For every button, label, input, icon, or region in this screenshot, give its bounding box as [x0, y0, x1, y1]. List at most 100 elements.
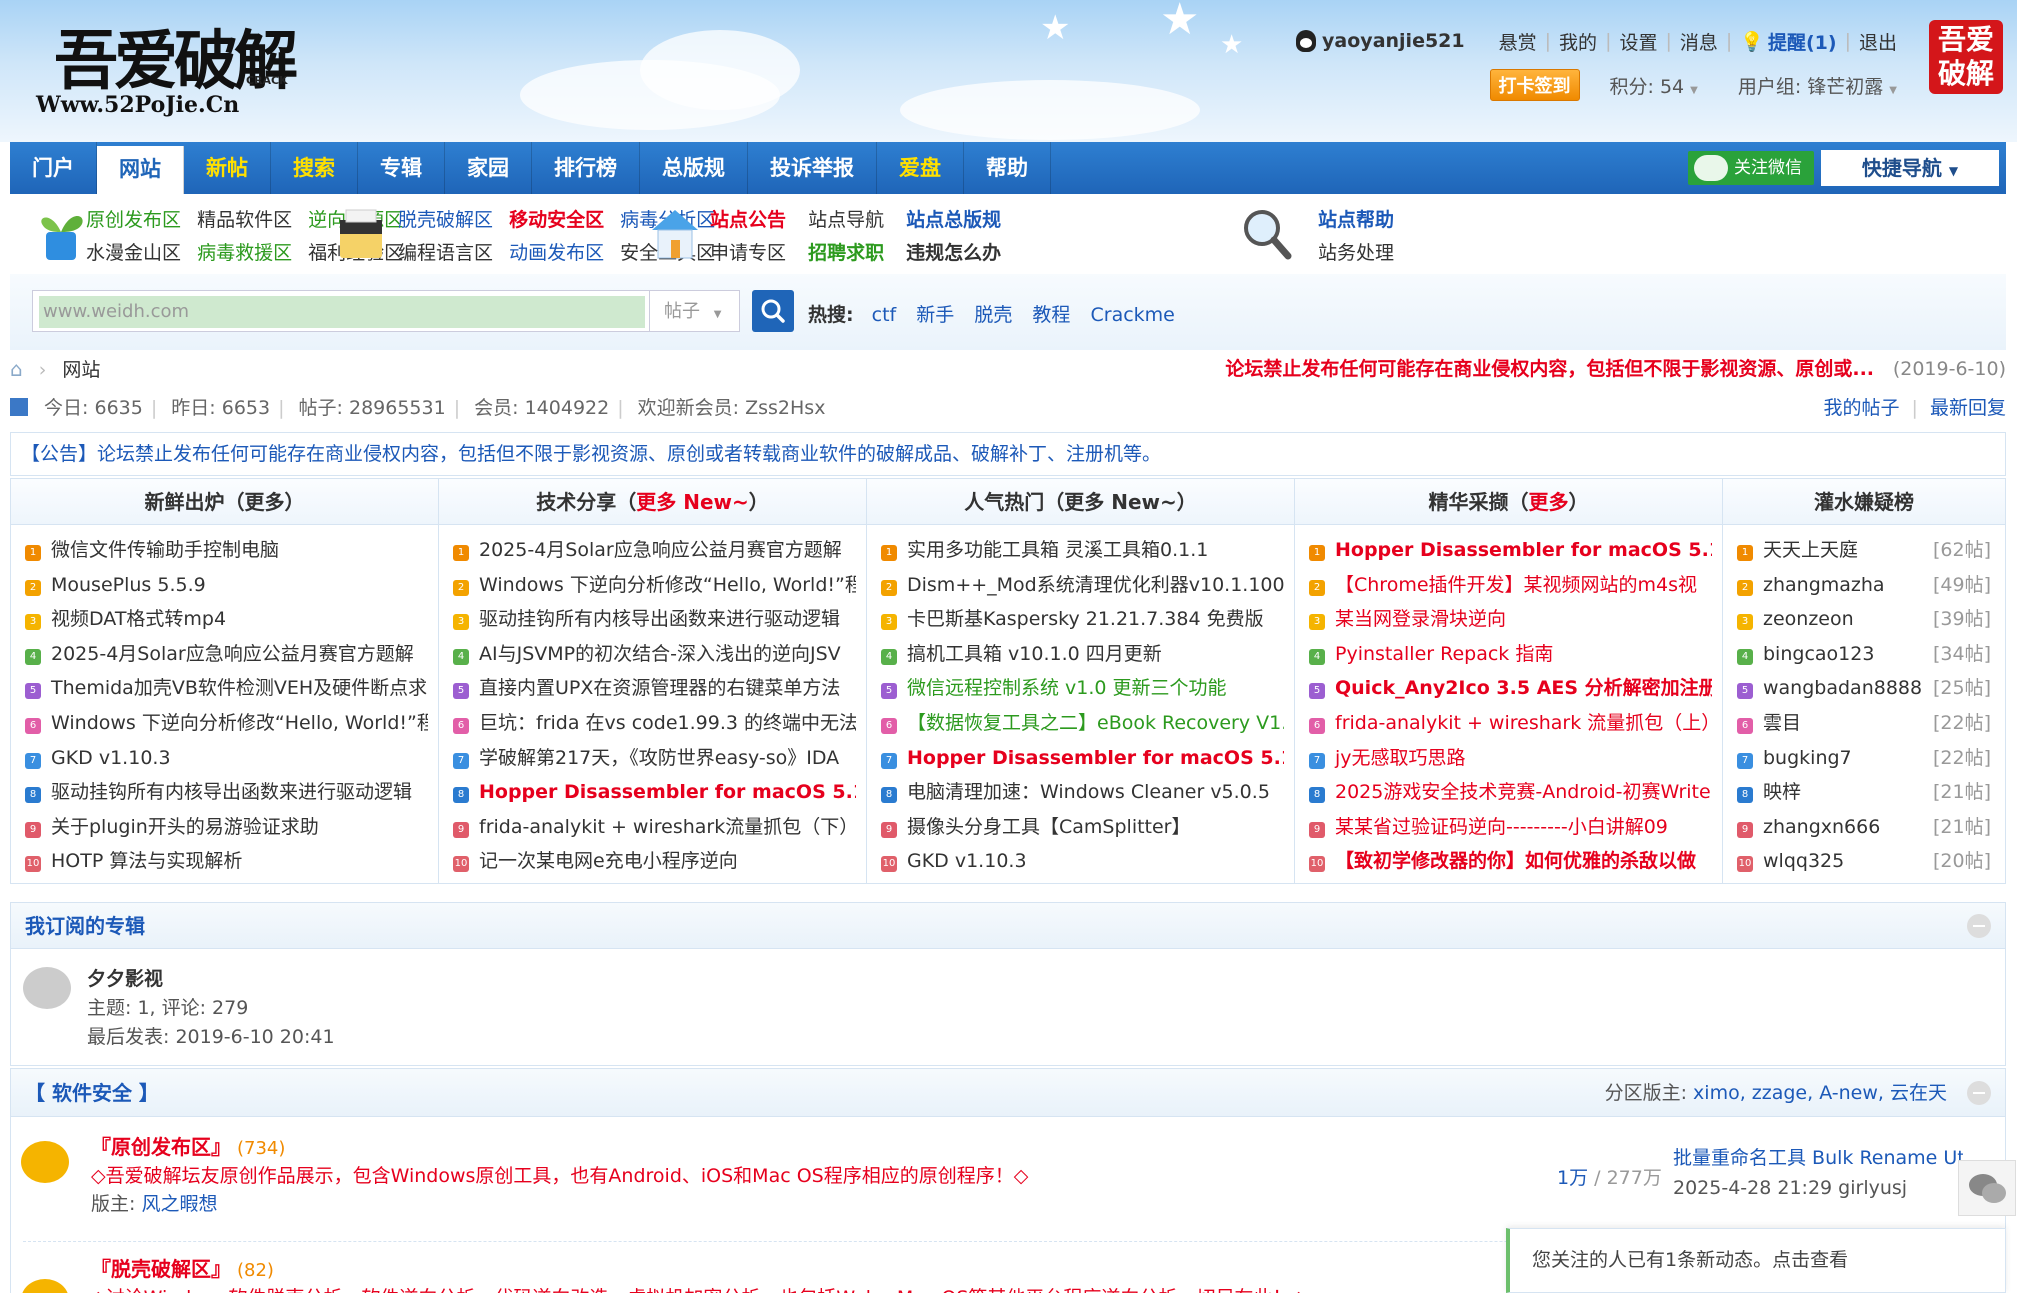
thread-item[interactable]: 7 Hopper Disassembler for macOS 5.18.1 [881, 741, 1284, 776]
search-button[interactable] [752, 290, 794, 332]
thread-item[interactable]: 1 2025-4月Solar应急响应公益月赛官方题解 [453, 533, 856, 568]
column-more-link[interactable]: 更多 New~ [636, 490, 749, 514]
thread-item[interactable]: 4 AI与JSVMP的初次结合-深入浅出的逆向JSV [453, 637, 856, 672]
thread-item[interactable]: 5 wangbadan8888 [25帖] [1737, 671, 1995, 706]
remind-link[interactable]: 提醒(1) [1768, 28, 1837, 55]
thread-title[interactable]: frida-analykit + wireshark 流量抓包（上）- [1335, 712, 1712, 734]
thread-title[interactable]: 驱动挂钩所有内核导出函数来进行驱动逻辑 [51, 781, 412, 803]
announcement-bar[interactable]: 【公告】论坛禁止发布任何可能存在商业侵权内容，包括但不限于影视资源、原创或者转载… [10, 432, 2006, 476]
thread-title[interactable]: Windows 下逆向分析修改“Hello, World!”程 [479, 574, 856, 596]
thread-title[interactable]: 记一次某电网e充电小程序逆向 [479, 850, 738, 872]
settings-link[interactable]: 设置 [1619, 28, 1657, 55]
nav-report[interactable]: 投诉举报 [748, 142, 877, 194]
thread-title[interactable]: zhangxn666 [1763, 816, 1880, 838]
thread-item[interactable]: 6 【数据恢复工具之二】eBook Recovery V1. [881, 706, 1284, 741]
thread-item[interactable]: 3 某当网登录滑块逆向 [1309, 602, 1712, 637]
link-apply[interactable]: 申请专区 [710, 242, 786, 264]
link-site-nav[interactable]: 站点导航 [808, 209, 884, 231]
thread-title[interactable]: Hopper Disassembler for macOS 5.18.1 [1335, 539, 1712, 561]
thread-item[interactable]: 5 微信远程控制系统 v1.0 更新三个功能 [881, 671, 1284, 706]
thread-title[interactable]: AI与JSVMP的初次结合-深入浅出的逆向JSV [479, 643, 841, 665]
link-animation[interactable]: 动画发布区 [509, 242, 604, 264]
thread-title[interactable]: 驱动挂钩所有内核导出函数来进行驱动逻辑 [479, 608, 840, 630]
link-original-release[interactable]: 原创发布区 [86, 209, 181, 231]
thread-title[interactable]: 2025游戏安全技术竞赛-Android-初赛Write [1335, 781, 1711, 803]
thread-title[interactable]: 某某省过验证码逆向---------小白讲解09 [1335, 816, 1668, 838]
thread-item[interactable]: 7 jy无感取巧思路 [1309, 741, 1712, 776]
search-input[interactable]: www.weidh.com [32, 290, 650, 332]
thread-item[interactable]: 8 Hopper Disassembler for macOS 5.18.1 [453, 775, 856, 810]
thread-item[interactable]: 3 视频DAT格式转mp4 [25, 602, 428, 637]
column-header[interactable]: 技术分享（更多 New~） [439, 479, 866, 525]
thread-title[interactable]: Pyinstaller Repack 指南 [1335, 643, 1553, 665]
usergroup-link[interactable]: 用户组: 锋芒初露 ▼ [1738, 72, 1897, 99]
thread-title[interactable]: 电脑清理加速：Windows Cleaner v5.0.5 [907, 781, 1270, 803]
breadcrumb-notice[interactable]: 论坛禁止发布任何可能存在商业侵权内容，包括但不限于影视资源、原创或... [1225, 354, 1874, 384]
thread-title[interactable]: 天天上天庭 [1763, 539, 1858, 561]
mods-names[interactable]: ximo, zzage, A-new, 云在天 [1693, 1082, 1947, 1104]
nav-website[interactable]: 网站 [97, 146, 184, 194]
column-header[interactable]: 精华采撷（更多） [1295, 479, 1722, 525]
thread-title[interactable]: HOTP 算法与实现解析 [51, 850, 242, 872]
link-water-area[interactable]: 水漫金山区 [86, 242, 181, 264]
nav-aipan[interactable]: 爱盘 [877, 142, 964, 194]
thread-title[interactable]: 【致初学修改器的你】如何优雅的杀敌以做 [1335, 850, 1696, 872]
thread-item[interactable]: 9 zhangxn666 [21帖] [1737, 810, 1995, 845]
thread-item[interactable]: 5 Themida加壳VB软件检测VEH及硬件断点求 [25, 671, 428, 706]
thread-title[interactable]: 映梓 [1763, 781, 1801, 803]
nav-ranking[interactable]: 排行榜 [532, 142, 640, 194]
column-header[interactable]: 人气热门（更多 New~） [867, 479, 1294, 525]
home-icon[interactable]: ⌂ [10, 357, 23, 381]
thread-item[interactable]: 9 关于plugin开头的易游验证求助 [25, 810, 428, 845]
thread-title[interactable]: GKD v1.10.3 [51, 747, 171, 769]
thread-title[interactable]: 【Chrome插件开发】某视频网站的m4s视 [1335, 574, 1697, 596]
thread-item[interactable]: 6 Windows 下逆向分析修改“Hello, World!”程 [25, 706, 428, 741]
thread-title[interactable]: wangbadan8888 [1763, 677, 1922, 699]
thread-item[interactable]: 7 bugking7 [22帖] [1737, 741, 1995, 776]
hot-word[interactable]: 新手 [916, 304, 954, 326]
link-programming[interactable]: 编程语言区 [398, 242, 493, 264]
thread-item[interactable]: 2 【Chrome插件开发】某视频网站的m4s视 [1309, 568, 1712, 603]
thread-item[interactable]: 7 GKD v1.10.3 [25, 741, 428, 776]
thread-title[interactable]: bingcao123 [1763, 643, 1874, 665]
thread-title[interactable]: 摄像头分身工具【CamSplitter】 [907, 816, 1191, 838]
thread-title[interactable]: 某当网登录滑块逆向 [1335, 608, 1506, 630]
thread-title[interactable]: zhangmazha [1763, 574, 1885, 596]
checkin-button[interactable]: 打卡签到 [1489, 69, 1580, 101]
album-name[interactable]: 夕夕影视 [87, 965, 335, 994]
nav-help[interactable]: 帮助 [964, 142, 1051, 194]
forum-name[interactable]: 『脱壳破解区』 [91, 1257, 231, 1281]
thread-title[interactable]: GKD v1.10.3 [907, 850, 1027, 872]
thread-item[interactable]: 4 搞机工具箱 v10.1.0 四月更新 [881, 637, 1284, 672]
thread-item[interactable]: 6 巨坑：frida 在vs code1.99.3 的终端中无法 [453, 706, 856, 741]
thread-title[interactable]: 微信远程控制系统 v1.0 更新三个功能 [907, 677, 1227, 699]
column-more-link[interactable]: 更多 [1529, 490, 1569, 514]
thread-title[interactable]: bugking7 [1763, 747, 1852, 769]
section-title[interactable]: 【 软件安全 】 [25, 1081, 159, 1105]
my-link[interactable]: 我的 [1559, 28, 1597, 55]
thread-item[interactable]: 10 HOTP 算法与实现解析 [25, 844, 428, 879]
thread-item[interactable]: 4 bingcao123 [34帖] [1737, 637, 1995, 672]
link-violation[interactable]: 违规怎么办 [906, 242, 1001, 264]
thread-title[interactable]: 2025-4月Solar应急响应公益月赛官方题解 [51, 643, 414, 665]
thread-item[interactable]: 6 frida-analykit + wireshark 流量抓包（上）- [1309, 706, 1712, 741]
thread-title[interactable]: Hopper Disassembler for macOS 5.18.1 [479, 781, 856, 803]
thread-item[interactable]: 3 驱动挂钩所有内核导出函数来进行驱动逻辑 [453, 602, 856, 637]
thread-item[interactable]: 10 wlqq325 [20帖] [1737, 844, 1995, 879]
thread-item[interactable]: 3 zeonzeon [39帖] [1737, 602, 1995, 637]
thread-title[interactable]: Themida加壳VB软件检测VEH及硬件断点求 [51, 677, 427, 699]
thread-item[interactable]: 2 Dism++_Mod系统清理优化利器v10.1.1002. [881, 568, 1284, 603]
thread-item[interactable]: 8 电脑清理加速：Windows Cleaner v5.0.5 [881, 775, 1284, 810]
column-header[interactable]: 新鲜出炉（更多） [11, 479, 438, 525]
hot-word[interactable]: ctf [872, 304, 897, 326]
thread-title[interactable]: 视频DAT格式转mp4 [51, 608, 226, 630]
thread-title[interactable]: 搞机工具箱 v10.1.0 四月更新 [907, 643, 1162, 665]
thread-item[interactable]: 3 卡巴斯基Kaspersky 21.21.7.384 免费版 [881, 602, 1284, 637]
link-jobs[interactable]: 招聘求职 [808, 242, 884, 264]
forum-name[interactable]: 『原创发布区』 [91, 1135, 231, 1159]
link-site-announcement[interactable]: 站点公告 [710, 209, 786, 231]
follow-wechat-button[interactable]: 关注微信 [1688, 151, 1814, 185]
username-link[interactable]: yaoyanjie521 [1322, 30, 1465, 52]
thread-item[interactable]: 10 【致初学修改器的你】如何优雅的杀敌以做 [1309, 844, 1712, 879]
thread-item[interactable]: 5 直接内置UPX在资源管理器的右键菜单方法 [453, 671, 856, 706]
